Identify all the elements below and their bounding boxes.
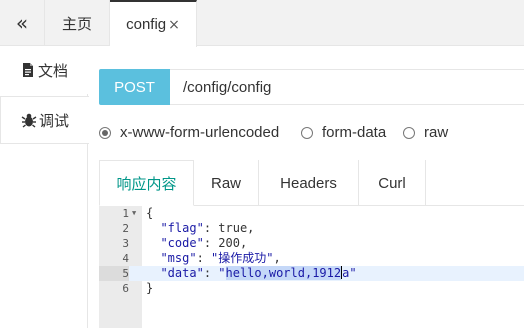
- code-text: "flag": true,: [160, 221, 255, 235]
- code-text: "msg": "操作成功",: [160, 251, 281, 265]
- json-value: "操作成功": [211, 251, 274, 265]
- top-tab-bar: « 主页 config ×: [0, 0, 524, 47]
- response-code-editor[interactable]: 1 ▼ { 2 "flag": true, 3 "code": 200, 4 "…: [99, 206, 524, 328]
- radio-raw[interactable]: raw: [403, 124, 448, 141]
- tab-config[interactable]: config ×: [110, 0, 197, 47]
- close-brace: }: [146, 281, 154, 295]
- code-line: 4 "msg": "操作成功",: [99, 251, 524, 266]
- method-select-button[interactable]: POST: [99, 69, 170, 105]
- tab-home-label: 主页: [61, 15, 92, 33]
- line-number: 6: [122, 282, 129, 295]
- selected-text: hello,world,1912: [225, 266, 342, 280]
- line-number: 2: [122, 222, 129, 235]
- json-value: true: [218, 221, 248, 235]
- sidebar-item-debug[interactable]: 调试: [0, 96, 89, 144]
- line-number: 3: [122, 237, 129, 250]
- json-key: "data": [160, 266, 204, 280]
- json-key: "code": [160, 236, 204, 250]
- json-value-quote: ": [218, 266, 226, 280]
- radio-label: x-www-form-urlencoded: [120, 124, 280, 141]
- response-tabs: 响应内容 Raw Headers Curl: [99, 160, 524, 206]
- line-number: 5: [99, 266, 129, 281]
- code-line: 2 "flag": true,: [99, 221, 524, 236]
- json-value: 200: [218, 236, 240, 250]
- collapse-sidebar-icon[interactable]: «: [0, 0, 44, 46]
- sidebar-item-doc[interactable]: 文档: [0, 46, 88, 94]
- sidebar-item-label: 文档: [37, 62, 68, 80]
- document-icon: [22, 63, 33, 77]
- tab-home[interactable]: 主页: [44, 0, 110, 46]
- radio-label: form-data: [322, 124, 387, 141]
- code-line: 6 }: [99, 281, 524, 296]
- code-line-active: 5 "data": "hello,world,1912a": [99, 266, 524, 281]
- tab-raw[interactable]: Raw: [194, 160, 258, 206]
- json-key: "msg": [160, 251, 197, 265]
- open-brace: {: [146, 206, 154, 220]
- code-text: {: [146, 206, 153, 221]
- radio-unchecked-icon[interactable]: [301, 126, 313, 139]
- tab-config-label: config: [126, 16, 167, 33]
- code-line: 3 "code": 200,: [99, 236, 524, 251]
- code-text: "data": "hello,world,1912a": [160, 266, 357, 280]
- sidebar: 文档 调试: [0, 46, 89, 328]
- json-key: "flag": [160, 221, 204, 235]
- line-number: 1: [122, 207, 129, 220]
- url-input[interactable]: /config/config: [170, 69, 524, 105]
- radio-unchecked-icon[interactable]: [403, 126, 415, 139]
- code-text: }: [146, 281, 153, 296]
- bug-icon: [21, 113, 37, 128]
- tab-headers[interactable]: Headers: [258, 160, 359, 206]
- code-line: 1 ▼ {: [99, 206, 524, 221]
- code-text: "code": 200,: [160, 236, 248, 250]
- json-value: a": [342, 266, 357, 280]
- close-tab-icon[interactable]: ×: [168, 17, 180, 33]
- radio-x-www-form-urlencoded[interactable]: x-www-form-urlencoded: [99, 124, 279, 141]
- radio-form-data[interactable]: form-data: [301, 124, 386, 141]
- sidebar-item-label: 调试: [38, 112, 69, 130]
- fold-arrow-icon[interactable]: ▼: [132, 206, 136, 221]
- tab-response-content[interactable]: 响应内容: [99, 160, 194, 206]
- tab-curl[interactable]: Curl: [359, 160, 426, 206]
- line-number: 4: [122, 252, 129, 265]
- radio-checked-icon[interactable]: [99, 126, 111, 139]
- radio-label: raw: [424, 124, 449, 141]
